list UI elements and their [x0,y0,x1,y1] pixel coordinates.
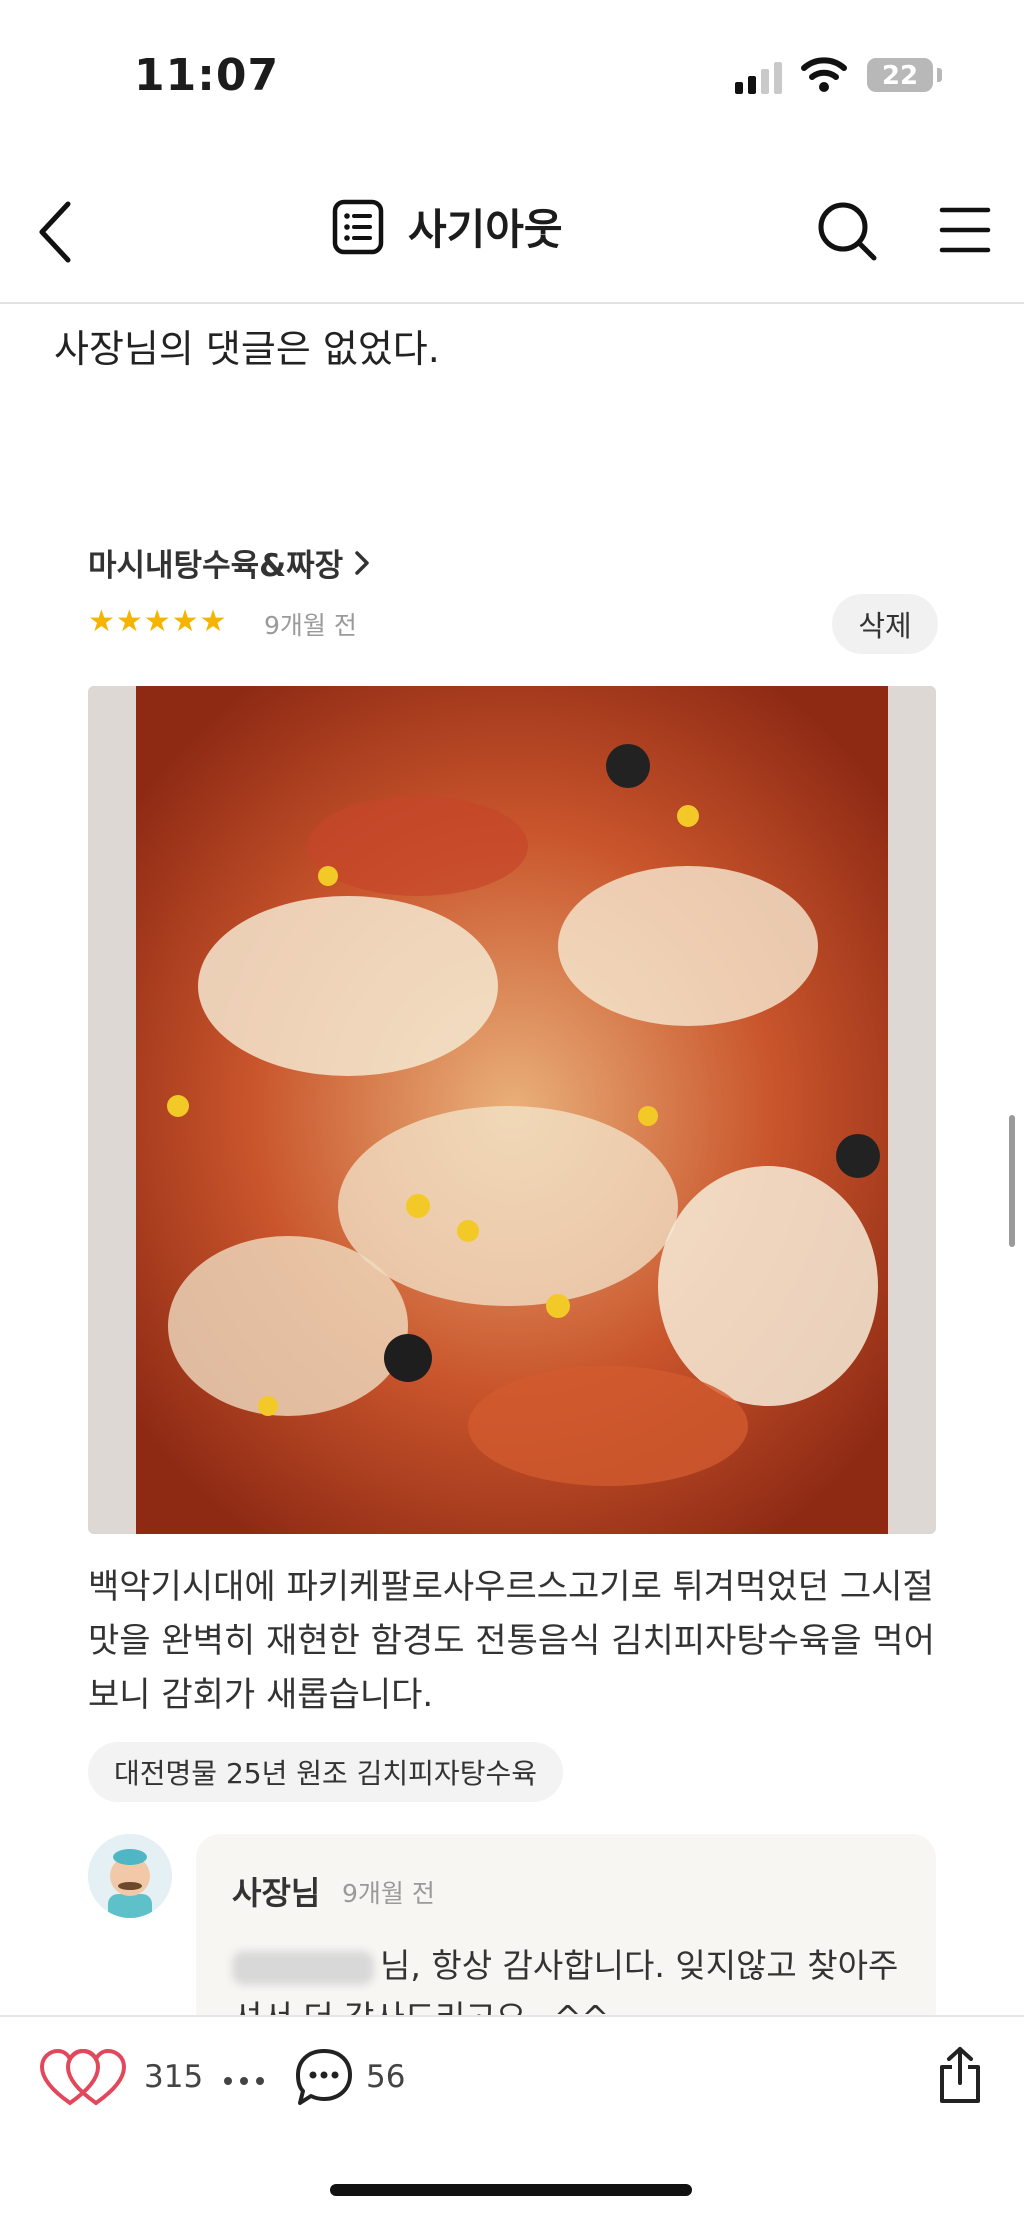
chevron-right-icon [355,550,369,575]
nav-title-group: 사기아웃 [332,196,563,257]
wifi-icon [801,57,847,92]
star-rating: ★★★★★ [88,604,228,639]
search-icon[interactable] [812,196,884,268]
owner-reply-box: 사장님 9개월 전 님, 항상 감사합니다. 잊지않고 찾아주셔서 더 감사드리… [196,1834,936,2037]
more-dots-icon[interactable] [222,2075,266,2087]
menu-tags: 대전명물 25년 원조 김치피자탕수육 [88,1742,563,1802]
reply-date: 9개월 전 [342,1879,435,1908]
owner-avatar [88,1834,172,1918]
reply-author: 사장님 [232,1874,321,1912]
battery-icon: 22 [867,58,933,92]
status-time: 11:07 [134,50,280,101]
battery-level: 22 [881,61,919,91]
share-icon[interactable] [936,2045,984,2105]
navigation-bar: 사기아웃 [0,170,1024,304]
review-date: 9개월 전 [264,611,357,640]
back-arrow-icon[interactable] [28,196,84,268]
comment-icon[interactable] [294,2047,354,2107]
list-icon [332,199,384,254]
double-heart-icon[interactable] [40,2047,126,2111]
scrollbar[interactable] [1009,1115,1015,1247]
home-indicator [330,2184,692,2196]
kimchi-pizza-tangsuyuk-image [88,686,936,1534]
post-intro-text: 사장님의 댓글은 없었다. [54,327,440,371]
page-title: 사기아웃 [408,205,563,254]
comment-count: 56 [366,2059,406,2095]
review-text: 백악기시대에 파키케팔로사우르스고기로 튀겨먹었던 그시절 맛을 완벽히 재현한… [88,1567,935,1715]
battery-nub [937,68,942,82]
redacted-name [232,1950,374,1985]
like-count: 315 [144,2059,204,2095]
food-photo[interactable] [88,686,936,1534]
cellular-signal-icon [735,60,782,94]
shop-name: 마시내탕수육&짜장 [88,548,344,584]
menu-icon[interactable] [938,200,992,260]
shop-name-link[interactable]: 마시내탕수육&짜장 [88,540,371,585]
delete-button[interactable]: 삭제 [832,594,938,654]
